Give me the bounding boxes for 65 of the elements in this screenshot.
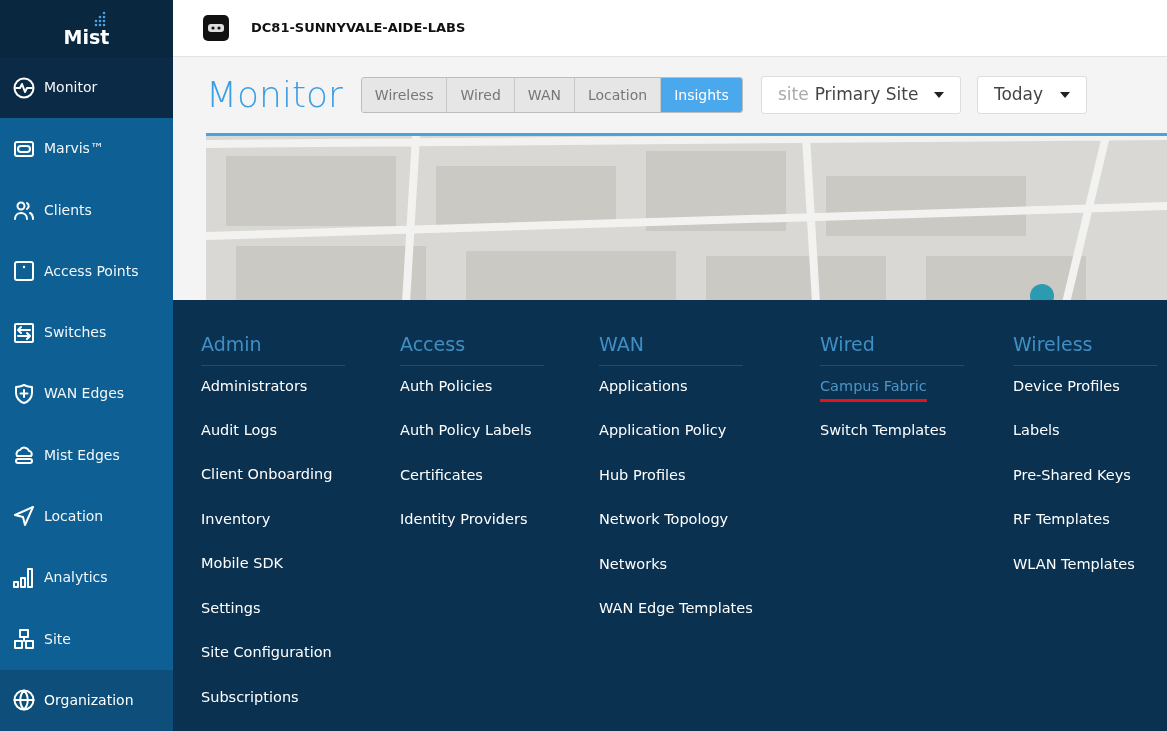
menu-link[interactable]: Client Onboarding xyxy=(201,464,333,509)
nav-label: Marvis™ xyxy=(44,139,104,159)
switch-icon xyxy=(13,321,35,344)
menu-link[interactable]: Switch Templates xyxy=(820,420,947,465)
menu-link[interactable]: Networks xyxy=(599,553,668,598)
menu-link[interactable]: RF Templates xyxy=(1013,509,1110,554)
menu-link[interactable]: Auth Policies xyxy=(400,375,493,420)
menu-heading: Access xyxy=(400,330,544,366)
nav-label: Clients xyxy=(44,200,92,220)
menu-link[interactable]: Mobile SDK xyxy=(201,553,284,598)
site-dropdown[interactable]: site Primary Site xyxy=(760,76,961,114)
menu-heading: Wireless xyxy=(1013,330,1157,366)
menu-link[interactable]: Settings xyxy=(201,597,261,643)
menu-link[interactable]: Audit Logs xyxy=(201,419,278,465)
menu-link[interactable]: Pre-Shared Keys xyxy=(1013,464,1131,509)
nav-label: Location xyxy=(44,507,104,526)
nav-label: Switches xyxy=(44,323,107,343)
logo-text: Mist xyxy=(63,26,110,48)
org-name: DC81-SUNNYVALE-AIDE-LABS xyxy=(251,19,466,38)
menu-heading: Wired xyxy=(820,330,964,366)
navigation-arrow-icon xyxy=(13,505,35,528)
caret-icon xyxy=(933,92,944,98)
shield-plus-icon xyxy=(13,382,35,405)
access-point-icon xyxy=(13,260,35,283)
page-title: Monitor xyxy=(206,77,343,113)
menu-link[interactable]: Auth Policy Labels xyxy=(400,420,532,465)
nav-label: Analytics xyxy=(44,568,108,588)
menu-link[interactable]: Applications xyxy=(599,375,688,420)
menu-link[interactable]: Network Topology xyxy=(599,509,729,554)
menu-link[interactable]: Subscriptions xyxy=(201,686,299,731)
dots-icon xyxy=(93,11,108,27)
nav-label: Monitor xyxy=(44,78,98,98)
menu-link[interactable]: Campus Fabric xyxy=(820,375,927,420)
nav-label: Organization xyxy=(44,690,134,710)
period-dropdown[interactable]: Today xyxy=(976,76,1087,114)
nav-label: WAN Edges xyxy=(44,384,125,404)
menu-link[interactable]: Hub Profiles xyxy=(599,464,686,509)
nav-item[interactable]: Organization xyxy=(0,669,173,731)
dropdown-value: Today xyxy=(993,83,1044,107)
menu-link[interactable]: Site Configuration xyxy=(201,642,332,687)
menu-link[interactable]: WAN Edge Templates xyxy=(599,598,753,643)
menu-link[interactable]: Administrators xyxy=(201,375,308,420)
menu-link[interactable]: Inventory xyxy=(201,508,271,554)
globe-icon xyxy=(13,689,35,712)
dropdown-prefix: site xyxy=(777,83,809,107)
cloud-icon xyxy=(13,444,35,467)
menu-link[interactable]: Labels xyxy=(1013,420,1060,465)
menu-link[interactable]: Identity Providers xyxy=(400,509,528,554)
menu-heading: Admin xyxy=(201,330,345,366)
people-icon xyxy=(13,199,35,222)
caret-icon xyxy=(1059,92,1070,98)
menu-link[interactable]: Certificates xyxy=(400,464,483,509)
menu-link[interactable]: WLAN Templates xyxy=(1013,553,1135,598)
pulse-icon xyxy=(13,76,35,99)
nav-label: Site xyxy=(44,629,71,649)
org-icon xyxy=(203,15,229,41)
bar-chart-icon xyxy=(13,566,35,589)
nav-label: Mist Edges xyxy=(44,445,120,465)
nav-item[interactable]: Monitor xyxy=(0,57,173,119)
menu-link[interactable]: Device Profiles xyxy=(1013,375,1120,420)
dropdown-value: Primary Site xyxy=(814,83,919,107)
site-icon xyxy=(13,628,35,650)
menu-heading: WAN xyxy=(599,330,743,366)
nav-label: Access Points xyxy=(44,261,139,281)
menu-link[interactable]: Application Policy xyxy=(599,420,727,465)
